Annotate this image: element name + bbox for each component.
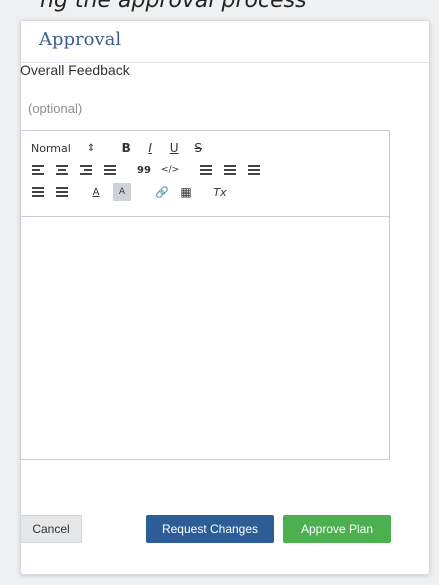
select-arrow-icon: ⇕: [86, 142, 96, 154]
indent-icon[interactable]: [55, 183, 69, 201]
page-caption: ng the approval process: [40, 0, 307, 13]
align-left-icon[interactable]: [31, 161, 45, 179]
align-justify-icon[interactable]: [103, 161, 117, 179]
image-icon[interactable]: ▦: [179, 183, 193, 201]
code-icon[interactable]: </>: [161, 161, 179, 179]
align-right-icon[interactable]: [79, 161, 93, 179]
bullet-list-icon[interactable]: [223, 161, 237, 179]
editor-toolbar: Normal ⇕ B I U S 99 </> A A 🔗 ▦ Tx: [21, 131, 389, 217]
background-color-icon[interactable]: A: [113, 183, 131, 201]
dialog-header: Approval: [21, 21, 429, 63]
optional-hint: (optional): [28, 101, 83, 116]
underline-button[interactable]: U: [167, 139, 181, 157]
text-color-icon[interactable]: A: [89, 183, 103, 201]
request-changes-button[interactable]: Request Changes: [146, 515, 274, 543]
cancel-button[interactable]: Cancel: [20, 515, 82, 543]
ordered-list-icon[interactable]: [199, 161, 213, 179]
overall-feedback-label: Overall Feedback: [20, 62, 130, 78]
bold-button[interactable]: B: [119, 139, 133, 157]
italic-button[interactable]: I: [143, 139, 157, 157]
header-select-value: Normal: [31, 141, 71, 155]
header-select[interactable]: Normal ⇕: [31, 139, 95, 157]
checklist-icon[interactable]: [247, 161, 261, 179]
align-center-icon[interactable]: [55, 161, 69, 179]
outdent-icon[interactable]: [31, 183, 45, 201]
blockquote-icon[interactable]: 99: [137, 161, 151, 179]
feedback-editor: Normal ⇕ B I U S 99 </> A A 🔗 ▦ Tx: [20, 130, 390, 460]
strikethrough-button[interactable]: S: [191, 139, 205, 157]
link-icon[interactable]: 🔗: [155, 183, 169, 201]
editor-text-area[interactable]: [21, 217, 389, 459]
dialog-title: Approval: [39, 29, 122, 50]
clear-format-icon[interactable]: Tx: [213, 183, 227, 201]
approve-plan-button[interactable]: Approve Plan: [283, 515, 391, 543]
